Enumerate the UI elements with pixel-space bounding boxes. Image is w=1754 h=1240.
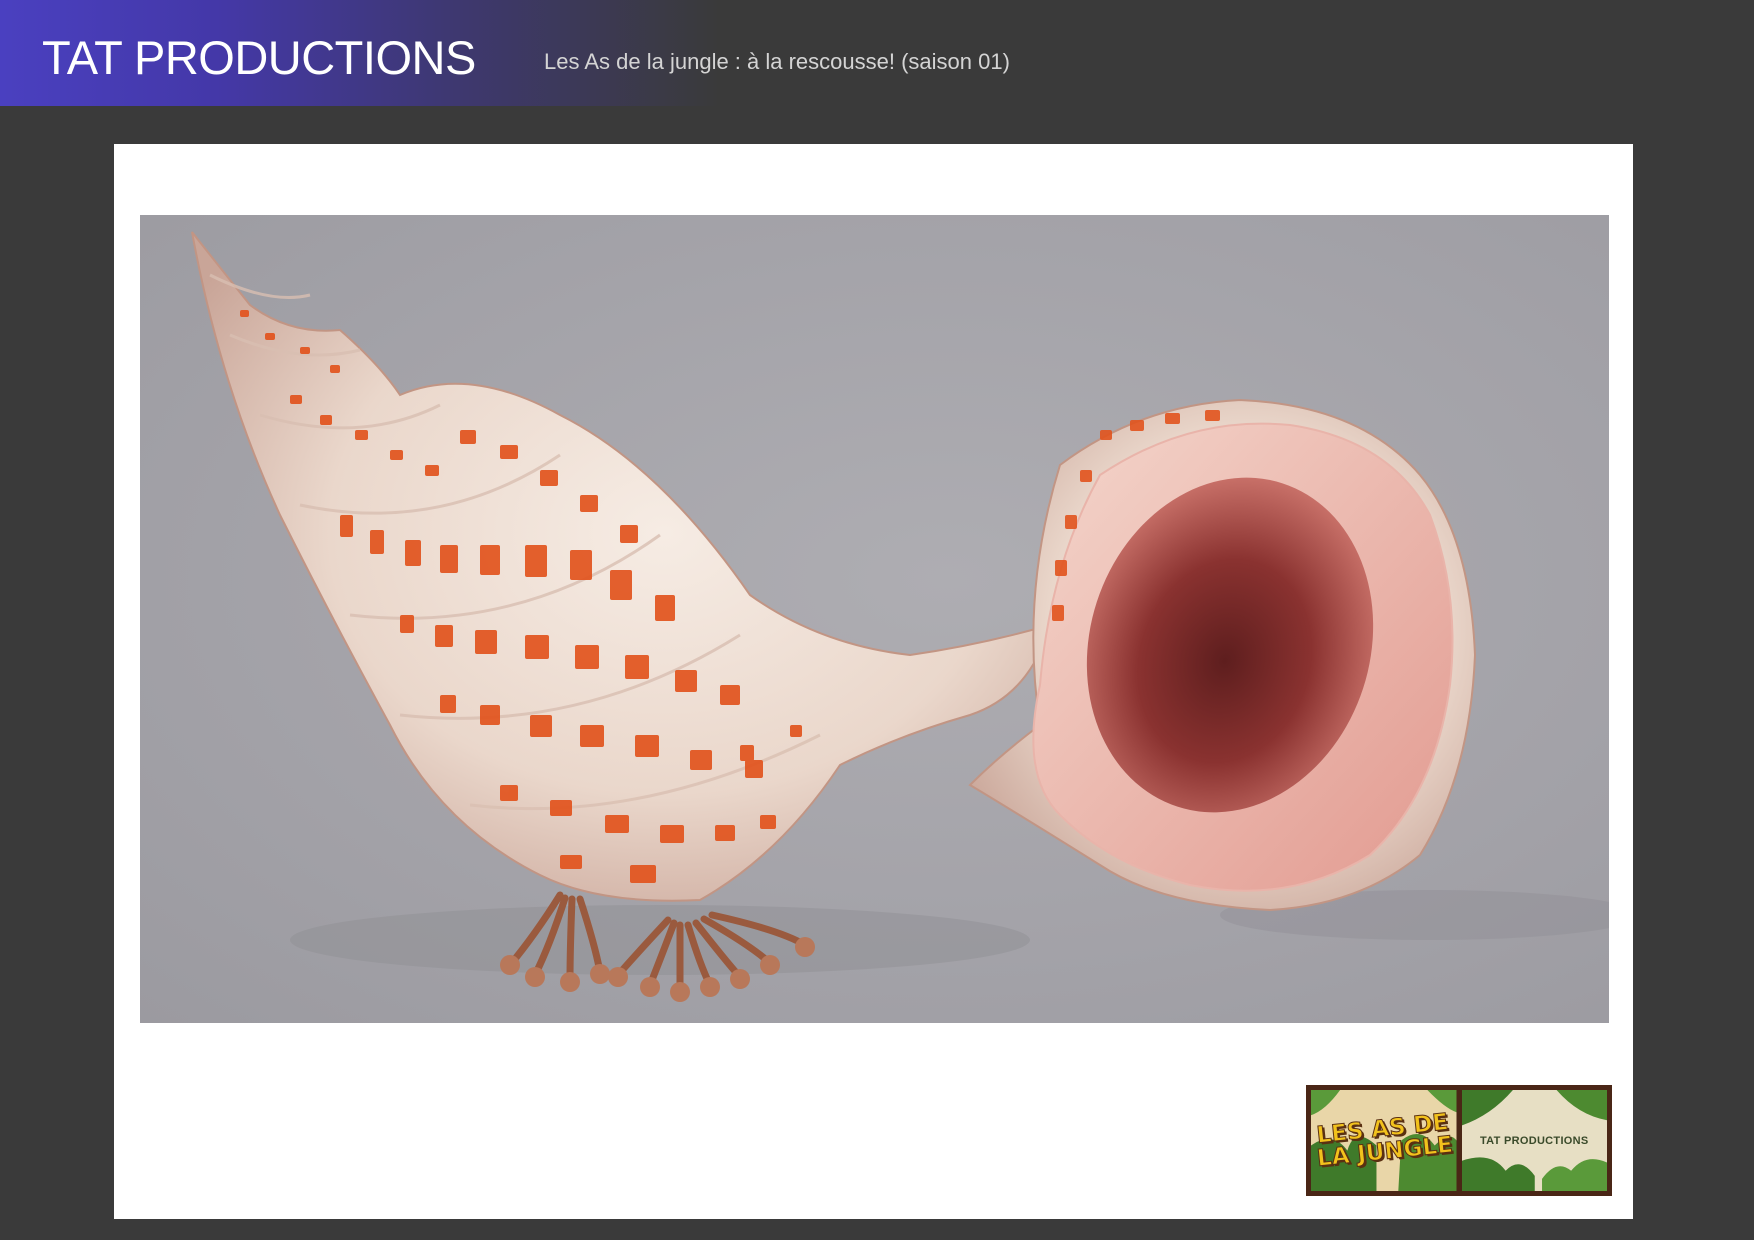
project-title: Les As de la jungle : à la rescousse! (s… <box>544 49 1010 74</box>
tat-logo-text: TAT PRODUCTIONS <box>1479 1134 1589 1147</box>
logo-strip: LES AS DE LA JUNGLE TAT PRODUCTIONS <box>1306 1085 1612 1196</box>
shell-renders-illustration <box>191 231 1609 1002</box>
render-panel <box>140 215 1609 1023</box>
tat-productions-logo: TAT PRODUCTIONS <box>1461 1090 1607 1191</box>
brand-title: TAT PRODUCTIONS <box>42 31 476 84</box>
jungle-show-logo: LES AS DE LA JUNGLE <box>1311 1090 1457 1191</box>
